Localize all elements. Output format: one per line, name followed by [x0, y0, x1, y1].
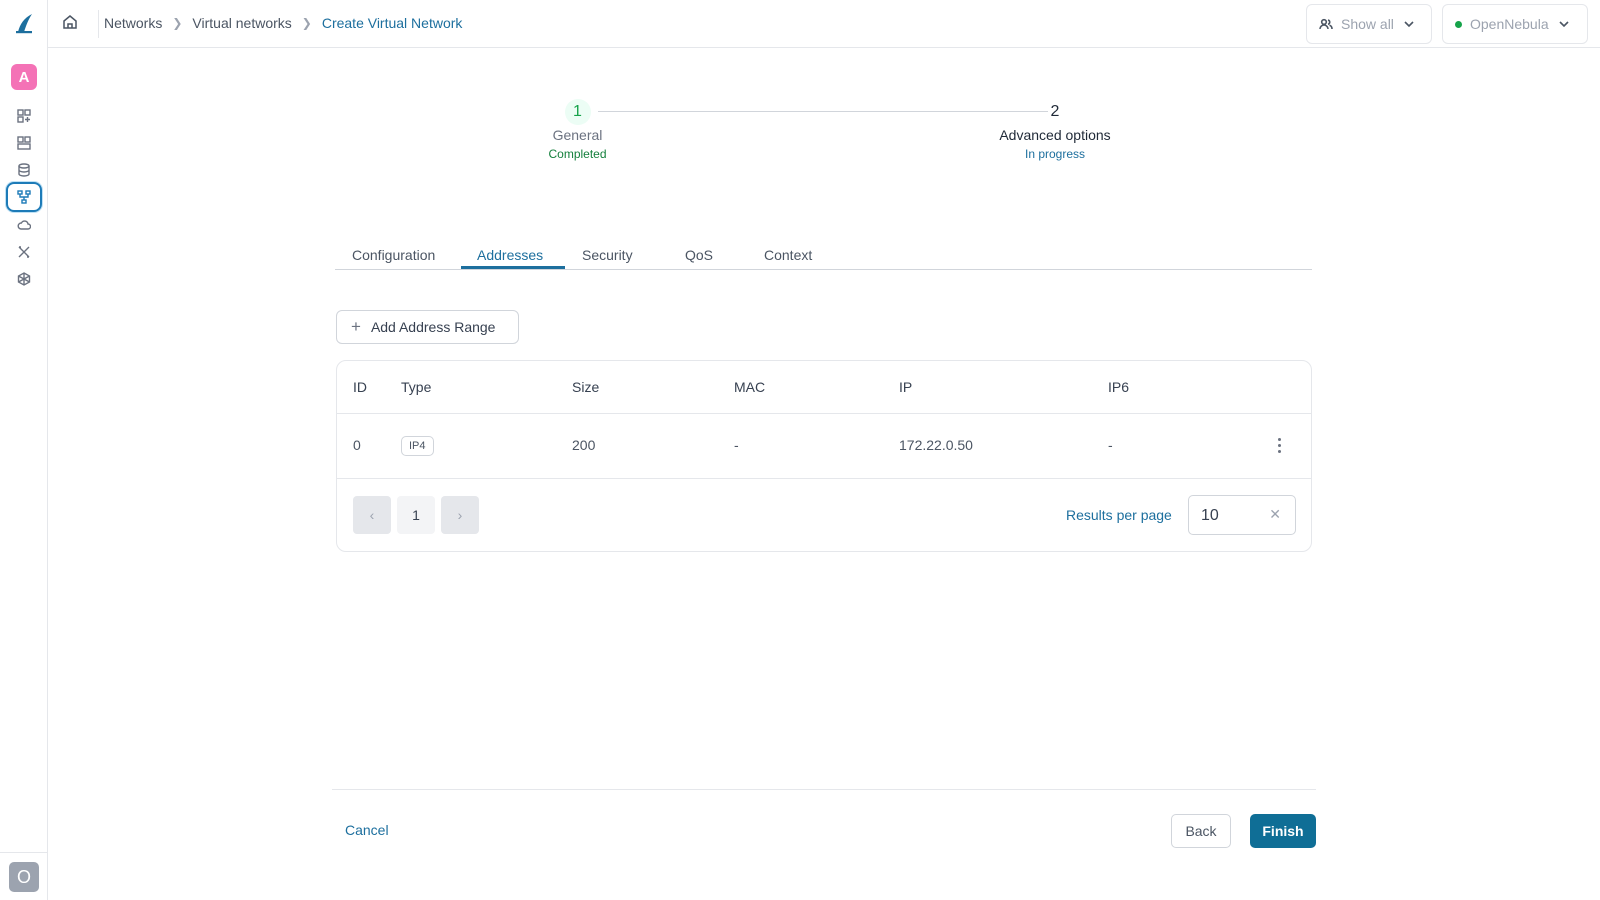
tab-qos[interactable]: QoS — [685, 247, 713, 263]
step-status: In progress — [1024, 147, 1086, 161]
step-number: 2 — [1050, 103, 1060, 120]
add-address-range-label: Add Address Range — [370, 319, 496, 335]
templates-icon[interactable] — [8, 131, 40, 155]
cloud-label: OpenNebula — [1470, 16, 1549, 32]
network-icon[interactable] — [6, 182, 42, 212]
cell-size: 200 — [572, 437, 596, 453]
cell-mac: - — [734, 437, 739, 453]
step-title: Advanced options — [999, 127, 1111, 143]
column-header-type[interactable]: Type — [401, 379, 431, 395]
active-tab-indicator — [461, 266, 565, 269]
table-row-divider — [337, 478, 1311, 479]
table-header-divider — [337, 413, 1311, 414]
top-header: Networks ❯ Virtual networks ❯ Create Vir… — [48, 0, 1600, 48]
breadcrumb: Networks ❯ Virtual networks ❯ Create Vir… — [104, 15, 462, 31]
opennebula-logo-icon[interactable] — [14, 12, 34, 34]
tab-addresses[interactable]: Addresses — [477, 247, 543, 263]
user-avatar[interactable]: O — [9, 862, 39, 892]
add-address-range-button[interactable]: + Add Address Range — [336, 310, 519, 344]
breadcrumb-current: Create Virtual Network — [321, 15, 463, 31]
next-page-button[interactable]: › — [441, 496, 479, 534]
address-range-table: ID Type Size MAC IP IP6 0 IP4 200 - 172.… — [336, 360, 1312, 552]
status-dot-icon — [1455, 20, 1462, 28]
row-actions-menu-icon[interactable] — [1269, 433, 1289, 457]
chevron-down-icon — [1404, 21, 1414, 28]
column-header-id[interactable]: ID — [353, 379, 367, 395]
finish-button[interactable]: Finish — [1250, 814, 1316, 848]
step-number: 1 — [564, 99, 591, 125]
cell-ip: 172.22.0.50 — [899, 437, 973, 453]
step-advanced-options[interactable]: 2 Advanced options In progress — [985, 99, 1125, 161]
chevron-down-icon — [1559, 21, 1569, 28]
home-icon[interactable] — [62, 14, 80, 32]
breadcrumb-networks[interactable]: Networks — [104, 15, 162, 31]
account-avatar[interactable]: A — [11, 64, 37, 90]
users-icon — [1319, 18, 1333, 30]
tab-configuration[interactable]: Configuration — [352, 247, 435, 263]
results-per-page-label: Results per page — [1066, 507, 1172, 523]
header-divider — [98, 10, 99, 38]
stepper-connector — [598, 111, 1048, 112]
column-header-mac[interactable]: MAC — [734, 379, 765, 395]
step-status: Completed — [548, 147, 607, 161]
back-button[interactable]: Back — [1171, 814, 1231, 848]
cube-icon[interactable] — [8, 267, 40, 291]
column-header-ip[interactable]: IP — [899, 379, 912, 395]
sidebar: A O — [0, 0, 48, 900]
cloud-selector-dropdown[interactable]: OpenNebula — [1442, 4, 1588, 44]
breadcrumb-virtual-networks[interactable]: Virtual networks — [192, 15, 291, 31]
tab-bar: Configuration Addresses Security QoS Con… — [335, 238, 1312, 270]
step-general[interactable]: 1 General Completed — [520, 99, 635, 161]
dashboard-icon[interactable] — [8, 104, 40, 128]
column-header-ip6[interactable]: IP6 — [1108, 379, 1129, 395]
chevron-right-icon: ❯ — [172, 16, 183, 30]
cell-id: 0 — [353, 437, 361, 453]
page-number-button[interactable]: 1 — [397, 496, 435, 534]
footer-divider — [332, 789, 1316, 790]
previous-page-button[interactable]: ‹ — [353, 496, 391, 534]
cancel-button[interactable]: Cancel — [345, 822, 389, 838]
type-badge: IP4 — [401, 436, 434, 456]
tools-icon[interactable] — [8, 240, 40, 264]
storage-icon[interactable] — [8, 158, 40, 182]
chevron-right-icon: ❯ — [301, 16, 312, 30]
tab-security[interactable]: Security — [582, 247, 633, 263]
results-per-page-value: 10 — [1201, 507, 1219, 524]
show-all-dropdown[interactable]: Show all — [1306, 4, 1432, 44]
step-title: General — [552, 127, 603, 143]
sidebar-divider — [0, 852, 48, 853]
show-all-label: Show all — [1341, 16, 1394, 32]
plus-icon: + — [351, 317, 361, 336]
tab-context[interactable]: Context — [764, 247, 812, 263]
clear-icon[interactable]: ✕ — [1269, 506, 1281, 523]
results-per-page-select[interactable]: 10 ✕ — [1188, 495, 1296, 535]
column-header-size[interactable]: Size — [572, 379, 599, 395]
cloud-icon[interactable] — [8, 213, 40, 237]
cell-ip6: - — [1108, 437, 1113, 453]
